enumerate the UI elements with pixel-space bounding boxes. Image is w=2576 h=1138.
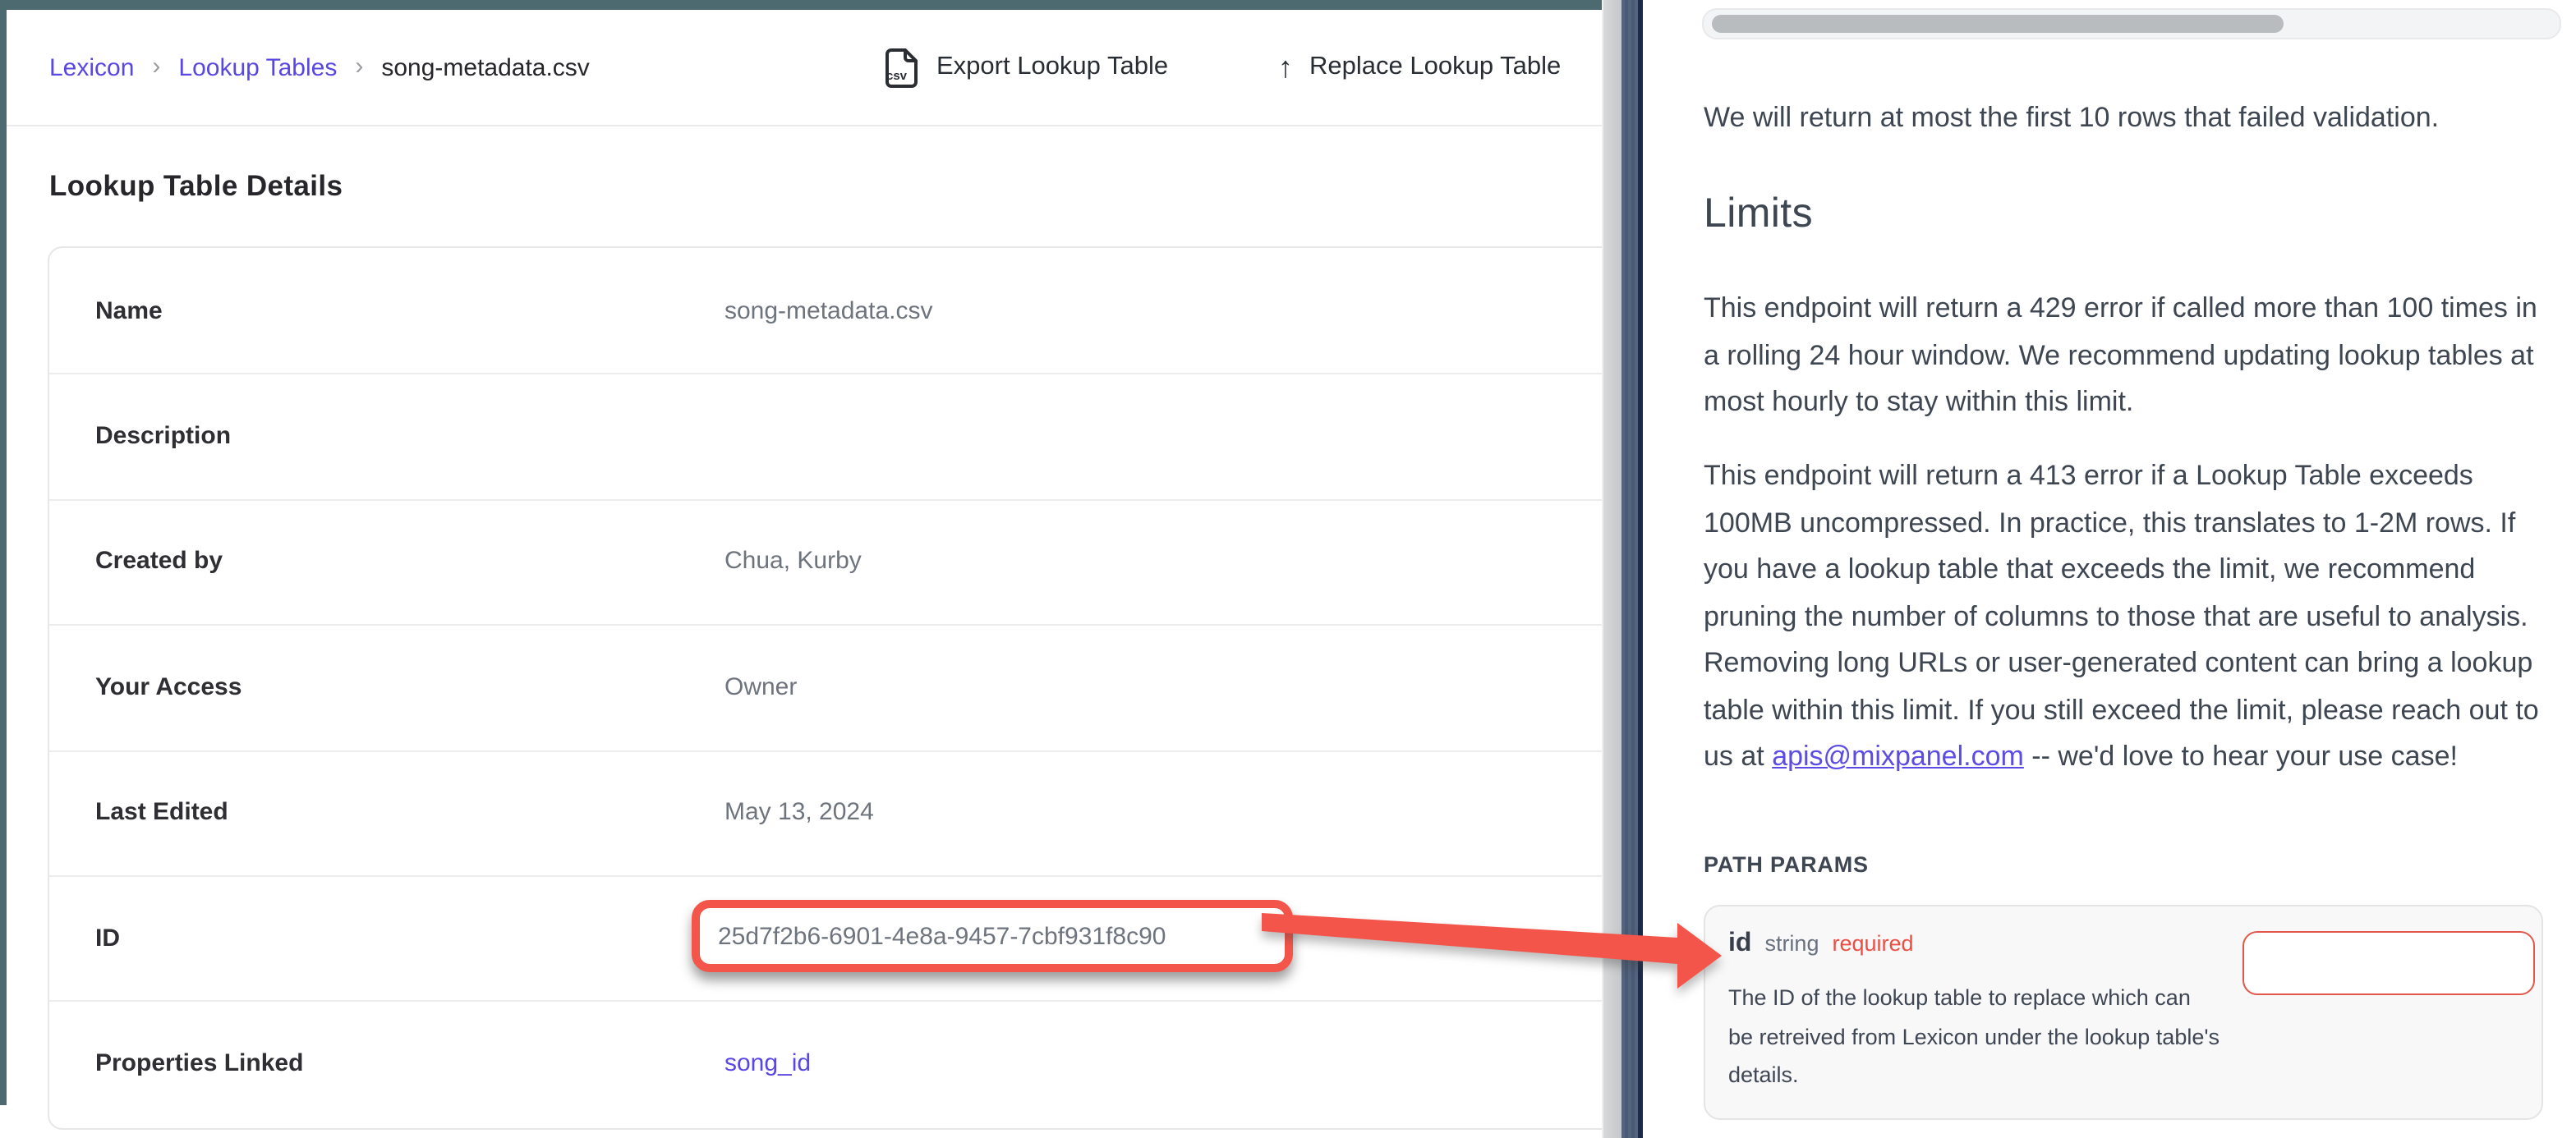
chevron-right-icon: ›: [355, 52, 363, 80]
panel-header: Lexicon › Lookup Tables › song-metadata.…: [7, 10, 1602, 126]
detail-value: song-metadata.csv: [724, 248, 932, 374]
detail-row-name: Name song-metadata.csv: [49, 248, 1602, 375]
svg-text:csv: csv: [886, 68, 908, 82]
window-backdrop-top: [0, 0, 1602, 10]
detail-row-created-by: Created by Chua, Kurby: [49, 499, 1602, 626]
breadcrumb: Lexicon › Lookup Tables › song-metadata.…: [49, 10, 590, 125]
path-params-label: PATH PARAMS: [1704, 852, 1869, 877]
limits-paragraph-2: This endpoint will return a 413 error if…: [1704, 453, 2551, 781]
param-required-badge: required: [1832, 931, 1913, 956]
id-highlight-annotation: 25d7f2b6-6901-4e8a-9457-7cbf931f8c90: [692, 900, 1293, 972]
screenshot-stage: Lexicon › Lookup Tables › song-metadata.…: [0, 0, 2576, 1138]
api-docs-panel: We will return at most the first 10 rows…: [1643, 0, 2576, 1138]
param-header: id string required: [1728, 929, 1914, 959]
chevron-right-icon: ›: [152, 52, 160, 80]
horizontal-scrollbar-track[interactable]: [1702, 8, 2561, 39]
detail-row-id: ID 25d7f2b6-6901-4e8a-9457-7cbf931f8c90: [49, 875, 1602, 1003]
id-value-box[interactable]: 25d7f2b6-6901-4e8a-9457-7cbf931f8c90: [718, 922, 1166, 950]
detail-label: Properties Linked: [95, 1001, 303, 1127]
lookup-table-details-panel: Lexicon › Lookup Tables › song-metadata.…: [7, 10, 1602, 1138]
detail-label: ID: [95, 875, 120, 1001]
properties-linked-link[interactable]: song_id: [724, 1049, 811, 1077]
up-arrow-icon: ↑: [1278, 50, 1293, 85]
param-name: id: [1728, 929, 1751, 959]
page-title: Lookup Table Details: [49, 169, 343, 204]
param-card-id: id string required The ID of the lookup …: [1704, 905, 2543, 1120]
export-lookup-table-button[interactable]: csv Export Lookup Table: [882, 10, 1168, 125]
export-button-label: Export Lookup Table: [936, 53, 1168, 82]
limits-heading: Limits: [1704, 190, 1813, 238]
detail-row-properties-linked: Properties Linked song_id: [49, 1001, 1602, 1127]
detail-value: Owner: [724, 624, 797, 750]
window-divider: [1622, 0, 1643, 1138]
param-id-input[interactable]: [2242, 931, 2535, 995]
detail-label: Name: [95, 248, 163, 374]
limits-paragraph-2-tail: -- we'd love to hear your use case!: [2024, 741, 2458, 772]
detail-label: Your Access: [95, 624, 242, 750]
param-description: The ID of the lookup table to replace wh…: [1728, 979, 2221, 1094]
intro-paragraph: We will return at most the first 10 rows…: [1704, 95, 2551, 141]
replace-lookup-table-button[interactable]: ↑ Replace Lookup Table: [1278, 10, 1561, 125]
limits-paragraph-1: This endpoint will return a 429 error if…: [1704, 286, 2551, 426]
breadcrumb-link-lookup-tables[interactable]: Lookup Tables: [178, 53, 337, 81]
detail-value: Chua, Kurby: [724, 499, 862, 625]
limits-paragraph-2-text: This endpoint will return a 413 error if…: [1704, 460, 2539, 772]
detail-row-your-access: Your Access Owner: [49, 624, 1602, 751]
details-card: Name song-metadata.csv Description Creat…: [48, 246, 1602, 1130]
detail-row-last-edited: Last Edited May 13, 2024: [49, 750, 1602, 877]
detail-label: Created by: [95, 499, 223, 625]
param-type: string: [1764, 931, 1819, 956]
replace-button-label: Replace Lookup Table: [1309, 53, 1561, 82]
detail-label: Last Edited: [95, 750, 228, 875]
left-panel-vertical-scrollbar[interactable]: [1602, 0, 1623, 1138]
detail-value: May 13, 2024: [724, 750, 874, 875]
horizontal-scrollbar-thumb[interactable]: [1712, 15, 2284, 33]
detail-row-description: Description: [49, 374, 1602, 501]
csv-file-icon: csv: [882, 47, 920, 88]
window-backdrop-left: [0, 0, 7, 1105]
mixpanel-email-link[interactable]: apis@mixpanel.com: [1772, 741, 2024, 772]
breadcrumb-link-lexicon[interactable]: Lexicon: [49, 53, 134, 81]
detail-label: Description: [95, 374, 231, 499]
breadcrumb-current-file: song-metadata.csv: [381, 53, 589, 81]
